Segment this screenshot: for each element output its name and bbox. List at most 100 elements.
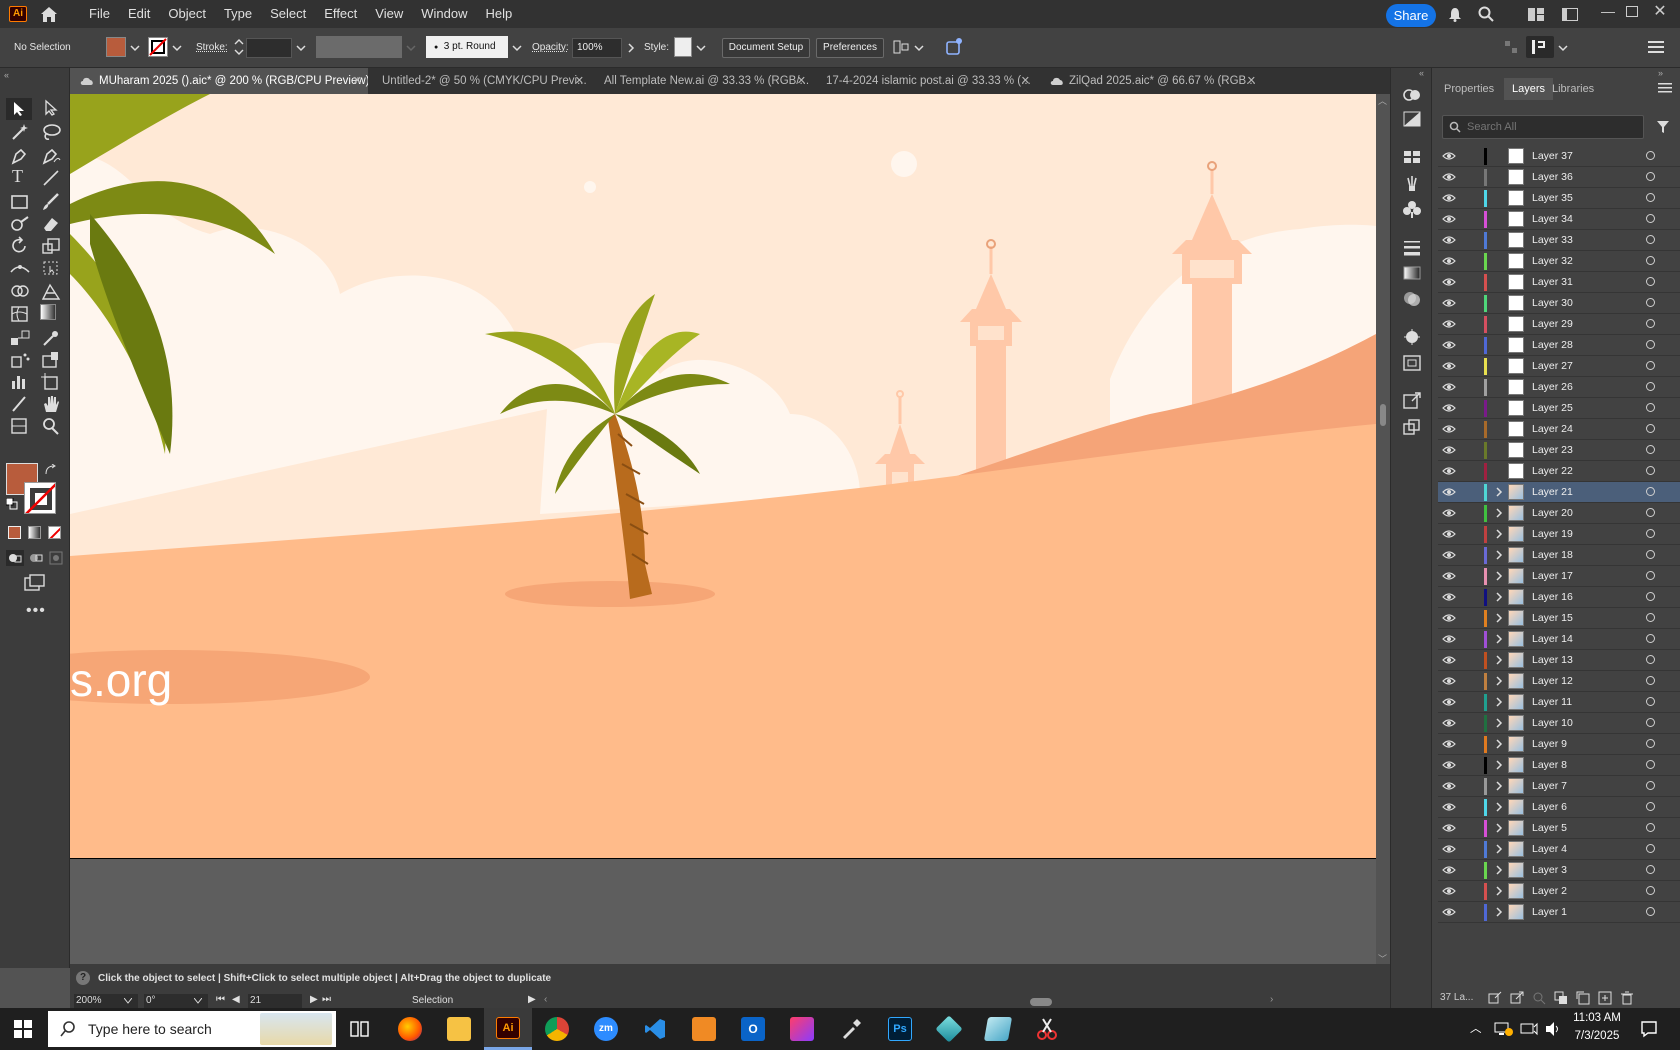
arrange-documents-icon[interactable] — [1528, 8, 1544, 21]
draw-normal-button[interactable] — [6, 550, 24, 566]
arrange-icon[interactable] — [1504, 40, 1518, 54]
brushes-icon[interactable] — [1402, 174, 1422, 192]
layer-name[interactable]: Layer 23 — [1532, 444, 1573, 456]
layer-target-icon[interactable] — [1646, 151, 1655, 160]
notifications-icon[interactable] — [1640, 1020, 1658, 1038]
layer-name[interactable]: Layer 17 — [1532, 570, 1573, 582]
menu-effect[interactable]: Effect — [315, 0, 366, 28]
windows-start-icon[interactable] — [14, 1020, 32, 1038]
visibility-eye-icon[interactable] — [1442, 550, 1456, 560]
expand-chevron-icon[interactable] — [1494, 906, 1504, 918]
delete-layer-icon[interactable] — [1620, 991, 1634, 1005]
canvas[interactable]: s.org ︿ ﹀ — [70, 94, 1390, 964]
layer-target-icon[interactable] — [1646, 739, 1655, 748]
layer-row[interactable]: Layer 3 — [1438, 860, 1680, 881]
expand-chevron-icon[interactable] — [1494, 507, 1504, 519]
layer-name[interactable]: Layer 20 — [1532, 507, 1573, 519]
graphic-style-swatch[interactable] — [674, 37, 692, 57]
layer-row[interactable]: Layer 25 — [1438, 398, 1680, 419]
layer-name[interactable]: Layer 1 — [1532, 906, 1567, 918]
panel-tab-properties[interactable]: Properties — [1436, 78, 1502, 100]
none-mode-button[interactable] — [48, 526, 61, 539]
stroke-weight-input[interactable] — [246, 38, 292, 58]
new-sublayer-icon[interactable] — [1576, 991, 1590, 1005]
layer-target-icon[interactable] — [1646, 697, 1655, 706]
artboard-tool[interactable] — [40, 372, 62, 392]
free-transform-tool[interactable] — [40, 258, 62, 278]
menu-select[interactable]: Select — [261, 0, 315, 28]
expand-chevron-icon[interactable] — [1494, 549, 1504, 561]
zoom-app-icon[interactable]: zm — [594, 1017, 618, 1041]
layer-name[interactable]: Layer 27 — [1532, 360, 1573, 372]
visibility-eye-icon[interactable] — [1442, 697, 1456, 707]
chevron-right-icon[interactable] — [626, 43, 636, 53]
visibility-eye-icon[interactable] — [1442, 823, 1456, 833]
layer-name[interactable]: Layer 28 — [1532, 339, 1573, 351]
layer-row[interactable]: Layer 12 — [1438, 671, 1680, 692]
image-trace-icon[interactable] — [1402, 354, 1422, 372]
gradient-panel-icon[interactable] — [1402, 110, 1422, 128]
layer-row[interactable]: Layer 11 — [1438, 692, 1680, 713]
layer-target-icon[interactable] — [1646, 466, 1655, 475]
filter-icon[interactable] — [1656, 120, 1670, 134]
layer-name[interactable]: Layer 22 — [1532, 465, 1573, 477]
width-tool[interactable] — [9, 258, 31, 278]
layer-target-icon[interactable] — [1646, 529, 1655, 538]
layer-name[interactable]: Layer 3 — [1532, 864, 1567, 876]
print-tiling-tool[interactable] — [9, 416, 31, 436]
layer-row[interactable]: Layer 24 — [1438, 419, 1680, 440]
layer-row[interactable]: Layer 28 — [1438, 335, 1680, 356]
rotate-tool[interactable] — [9, 236, 31, 256]
network-status-icon[interactable] — [1494, 1021, 1514, 1037]
layers-search-input[interactable] — [1467, 119, 1637, 135]
visibility-eye-icon[interactable] — [1442, 571, 1456, 581]
layer-target-icon[interactable] — [1646, 802, 1655, 811]
preferences-button[interactable]: Preferences — [816, 38, 884, 58]
expand-chevron-icon[interactable] — [1494, 591, 1504, 603]
layer-target-icon[interactable] — [1646, 382, 1655, 391]
layer-row[interactable]: Layer 8 — [1438, 755, 1680, 776]
live-paint-tool[interactable] — [40, 350, 62, 370]
vscode-icon[interactable] — [643, 1017, 667, 1041]
transparency-icon[interactable] — [1402, 290, 1422, 308]
visibility-eye-icon[interactable] — [1442, 487, 1456, 497]
align-icon[interactable] — [892, 38, 910, 56]
document-tab[interactable]: All Template New.ai @ 33.33 % (RGB/... ✕ — [594, 68, 812, 94]
visibility-eye-icon[interactable] — [1442, 865, 1456, 875]
layer-name[interactable]: Layer 18 — [1532, 549, 1573, 561]
visibility-eye-icon[interactable] — [1442, 802, 1456, 812]
expand-chevron-icon[interactable] — [1494, 486, 1504, 498]
next-artboard-icon[interactable]: ▶ — [310, 994, 318, 1005]
layer-target-icon[interactable] — [1646, 886, 1655, 895]
layer-name[interactable]: Layer 29 — [1532, 318, 1573, 330]
column-graph-tool[interactable] — [9, 372, 31, 392]
expand-chevron-icon[interactable] — [1494, 654, 1504, 666]
layer-target-icon[interactable] — [1646, 424, 1655, 433]
chrome-icon[interactable] — [545, 1017, 569, 1041]
layer-row[interactable]: Layer 32 — [1438, 251, 1680, 272]
layer-row[interactable]: Layer 2 — [1438, 881, 1680, 902]
layer-row[interactable]: Layer 18 — [1438, 545, 1680, 566]
visibility-eye-icon[interactable] — [1442, 340, 1456, 350]
layer-row[interactable]: Layer 26 — [1438, 377, 1680, 398]
layer-row[interactable]: Layer 6 — [1438, 797, 1680, 818]
vertical-scrollbar[interactable]: ︿ ﹀ — [1376, 94, 1390, 964]
layer-row[interactable]: Layer 27 — [1438, 356, 1680, 377]
direct-selection-tool[interactable] — [40, 99, 62, 119]
clock-time[interactable]: 11:03 AM — [1566, 1012, 1628, 1024]
layer-row[interactable]: Layer 1 — [1438, 902, 1680, 923]
clock-date[interactable]: 7/3/2025 — [1566, 1030, 1628, 1042]
layer-name[interactable]: Layer 21 — [1532, 486, 1573, 498]
layer-target-icon[interactable] — [1646, 340, 1655, 349]
panel-tab-libraries[interactable]: Libraries — [1544, 78, 1602, 100]
layer-target-icon[interactable] — [1646, 193, 1655, 202]
layer-target-icon[interactable] — [1646, 676, 1655, 685]
document-setup-button[interactable]: Document Setup — [722, 38, 810, 58]
export-icon[interactable] — [1402, 392, 1422, 410]
volume-icon[interactable] — [1544, 1021, 1562, 1037]
layer-target-icon[interactable] — [1646, 781, 1655, 790]
layer-name[interactable]: Layer 34 — [1532, 213, 1573, 225]
selection-tool[interactable] — [6, 98, 32, 120]
expand-chevron-icon[interactable] — [1494, 696, 1504, 708]
chevron-down-icon[interactable] — [124, 998, 132, 1004]
